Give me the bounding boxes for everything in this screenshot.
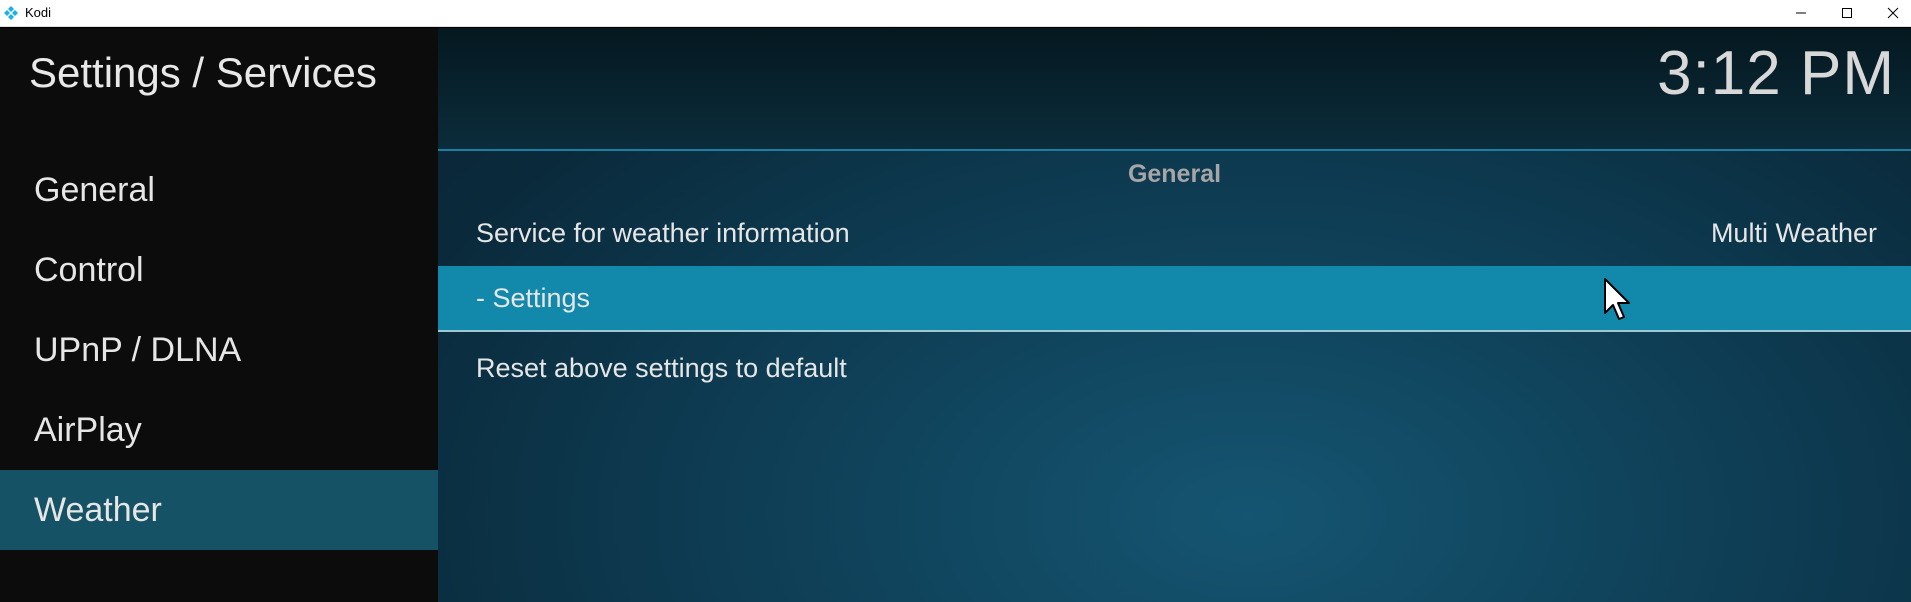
sidebar-item-control[interactable]: Control: [0, 230, 438, 310]
sidebar-item-label: Control: [34, 251, 144, 289]
sidebar-item-upnp-dlna[interactable]: UPnP / DLNA: [0, 310, 438, 390]
setting-value: Multi Weather: [1710, 217, 1877, 248]
kodi-window: Kodi Settings / Services General Control…: [0, 0, 1911, 602]
window-title-bar[interactable]: Kodi: [0, 0, 1911, 27]
setting-label: - Settings: [476, 282, 591, 313]
sidebar-item-weather[interactable]: Weather: [0, 470, 438, 550]
close-icon: [1887, 7, 1899, 19]
sidebar-item-label: Weather: [34, 491, 162, 529]
setting-weather-service[interactable]: Service for weather information Multi We…: [438, 200, 1911, 266]
kodi-logo-icon: [4, 6, 18, 20]
setting-weather-settings[interactable]: - Settings: [438, 266, 1911, 332]
maximize-button[interactable]: [1824, 0, 1870, 26]
header-divider: [438, 149, 1911, 151]
settings-group-header: General: [1127, 160, 1222, 188]
sidebar-item-general[interactable]: General: [0, 150, 438, 230]
minimize-icon: [1796, 12, 1806, 14]
close-button[interactable]: [1870, 0, 1911, 26]
setting-reset-defaults[interactable]: Reset above settings to default: [438, 335, 1911, 401]
page-title: Settings / Services: [29, 49, 377, 96]
sidebar-item-label: General: [34, 171, 155, 209]
clock: 3:12 PM: [1657, 39, 1895, 108]
setting-label: Reset above settings to default: [476, 352, 847, 383]
window-title: Kodi: [25, 5, 52, 20]
minimize-button[interactable]: [1778, 0, 1824, 26]
sidebar-item-label: UPnP / DLNA: [34, 331, 242, 369]
setting-label: Service for weather information: [476, 217, 850, 248]
sidebar-item-label: AirPlay: [34, 411, 142, 449]
settings-category-sidebar: Settings / Services General Control UPnP…: [0, 28, 438, 602]
mouse-cursor-icon: [1604, 278, 1630, 320]
settings-content-panel: 3:12 PM General Service for weather info…: [438, 28, 1911, 602]
sidebar-item-airplay[interactable]: AirPlay: [0, 390, 438, 470]
maximize-icon: [1842, 8, 1852, 18]
